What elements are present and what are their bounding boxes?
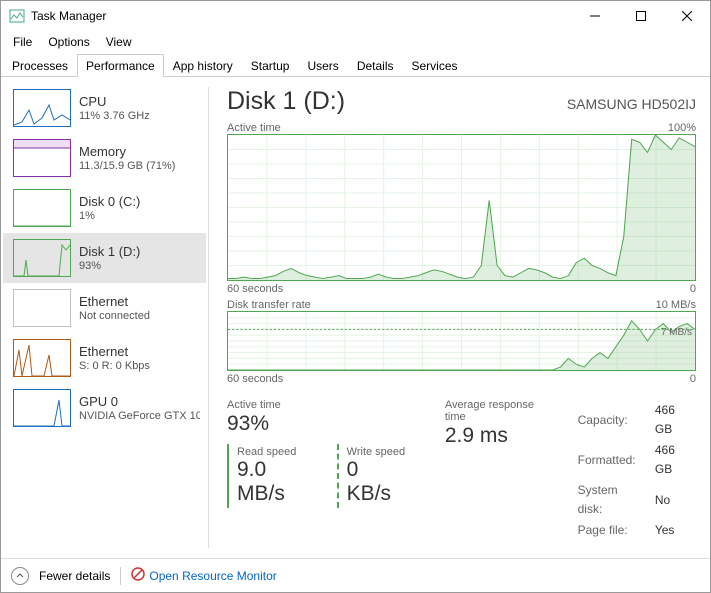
- minimize-button[interactable]: [572, 1, 618, 31]
- main-panel: Disk 1 (D:) SAMSUNG HD502IJ Active time …: [209, 77, 710, 558]
- sidebar-item-disk-0-c-[interactable]: Disk 0 (C:) 1%: [3, 183, 206, 233]
- thumb-chart: [13, 89, 71, 127]
- prop-val: No: [655, 481, 694, 519]
- tab-processes[interactable]: Processes: [3, 54, 77, 77]
- prop-key: Formatted:: [578, 441, 653, 479]
- sidebar-item-ethernet[interactable]: Ethernet Not connected: [3, 283, 206, 333]
- tab-performance[interactable]: Performance: [77, 54, 164, 77]
- prop-val: 466 GB: [655, 441, 694, 479]
- sidebar-item-sub: 11% 3.76 GHz: [79, 110, 150, 122]
- sidebar-item-sub: 1%: [79, 210, 140, 222]
- disk-model: SAMSUNG HD502IJ: [567, 96, 696, 112]
- write-speed-label: Write speed: [347, 446, 407, 458]
- fewer-details-icon[interactable]: [11, 567, 29, 585]
- chart2-max: 10 MB/s: [656, 299, 696, 311]
- tab-services[interactable]: Services: [403, 54, 467, 77]
- write-speed: 0 KB/s: [347, 458, 407, 506]
- thumb-chart: [13, 189, 71, 227]
- sidebar-item-sub: S: 0 R: 0 Kbps: [79, 360, 150, 372]
- prop-key: Page file:: [578, 521, 653, 540]
- sidebar-item-title: Memory: [79, 144, 175, 159]
- chart2-xright: 0: [690, 373, 696, 385]
- fewer-details-button[interactable]: Fewer details: [39, 569, 110, 583]
- read-speed-label: Read speed: [237, 446, 318, 458]
- avg-response: 2.9 ms: [445, 424, 556, 448]
- window-title: Task Manager: [31, 9, 572, 23]
- sidebar-item-title: GPU 0: [79, 394, 200, 409]
- tab-users[interactable]: Users: [298, 54, 347, 77]
- titlebar: Task Manager: [1, 1, 710, 31]
- menu-options[interactable]: Options: [40, 33, 97, 51]
- sidebar-item-memory[interactable]: Memory 11.3/15.9 GB (71%): [3, 133, 206, 183]
- menu-view[interactable]: View: [98, 33, 140, 51]
- thumb-chart: [13, 289, 71, 327]
- prop-val: Yes: [655, 521, 694, 540]
- sidebar-item-title: Disk 1 (D:): [79, 244, 140, 259]
- app-icon: [9, 8, 25, 24]
- open-resource-monitor-link[interactable]: Open Resource Monitor: [131, 567, 276, 584]
- sidebar-item-gpu-0[interactable]: GPU 0 NVIDIA GeForce GTX 1070: [3, 383, 206, 433]
- thumb-chart: [13, 139, 71, 177]
- page-title: Disk 1 (D:): [227, 87, 345, 116]
- resource-monitor-icon: [131, 567, 145, 584]
- sidebar-item-title: Ethernet: [79, 344, 150, 359]
- chart1-max: 100%: [668, 122, 696, 134]
- thumb-chart: [13, 239, 71, 277]
- sidebar-item-cpu[interactable]: CPU 11% 3.76 GHz: [3, 83, 206, 133]
- chart2-xleft: 60 seconds: [227, 373, 283, 385]
- sidebar: CPU 11% 3.76 GHz Memory 11.3/15.9 GB (71…: [1, 77, 208, 558]
- tab-details[interactable]: Details: [348, 54, 403, 77]
- thumb-chart: [13, 389, 71, 427]
- sidebar-item-sub: 11.3/15.9 GB (71%): [79, 160, 175, 172]
- footer: Fewer details Open Resource Monitor: [1, 558, 710, 592]
- active-time-stat-label: Active time: [227, 399, 425, 411]
- prop-key: Capacity:: [578, 401, 653, 439]
- sidebar-item-sub: NVIDIA GeForce GTX 1070: [79, 410, 200, 422]
- sidebar-item-ethernet[interactable]: Ethernet S: 0 R: 0 Kbps: [3, 333, 206, 383]
- sidebar-item-sub: 93%: [79, 260, 140, 272]
- tab-startup[interactable]: Startup: [242, 54, 299, 77]
- active-time-stat: 93%: [227, 412, 425, 436]
- prop-key: System disk:: [578, 481, 653, 519]
- chart2-label: Disk transfer rate: [227, 299, 311, 311]
- tab-app-history[interactable]: App history: [164, 54, 242, 77]
- chart1-xleft: 60 seconds: [227, 283, 283, 295]
- read-speed: 9.0 MB/s: [237, 458, 318, 506]
- chart1-label: Active time: [227, 122, 281, 134]
- chart1-xright: 0: [690, 283, 696, 295]
- sidebar-item-title: Disk 0 (C:): [79, 194, 140, 209]
- avg-response-label: Average response time: [445, 399, 556, 423]
- active-time-chart: [227, 134, 696, 281]
- chart2-threshold-label: 7 MB/s: [661, 327, 692, 338]
- prop-val: 466 GB: [655, 401, 694, 439]
- sidebar-item-title: Ethernet: [79, 294, 150, 309]
- sidebar-item-sub: Not connected: [79, 310, 150, 322]
- close-button[interactable]: [664, 1, 710, 31]
- tab-strip: Processes Performance App history Startu…: [1, 53, 710, 77]
- menu-file[interactable]: File: [5, 33, 40, 51]
- thumb-chart: [13, 339, 71, 377]
- sidebar-item-title: CPU: [79, 94, 150, 109]
- transfer-rate-chart: 7 MB/s: [227, 311, 696, 371]
- sidebar-item-disk-1-d-[interactable]: Disk 1 (D:) 93%: [3, 233, 206, 283]
- maximize-button[interactable]: [618, 1, 664, 31]
- separator: [120, 567, 121, 585]
- disk-properties: Capacity:466 GBFormatted:466 GBSystem di…: [576, 399, 696, 542]
- menubar: File Options View: [1, 31, 710, 53]
